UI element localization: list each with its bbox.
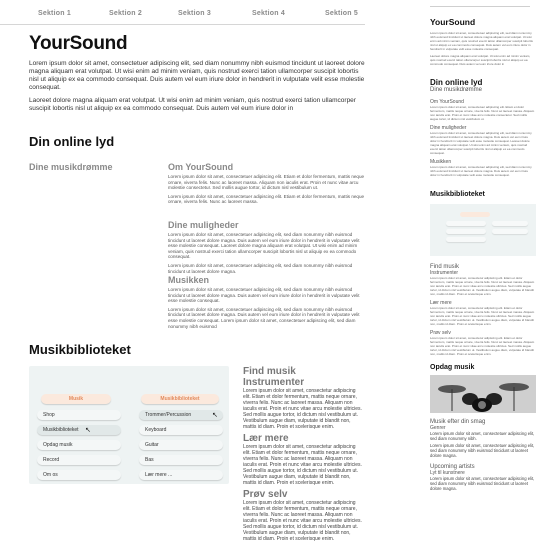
mobile-text-a: Lorem ipsum dolor sit amet, consectetuer… [430,431,535,441]
mobile-pill-4[interactable] [492,221,528,226]
mobile-instr-text: Lorem ipsum dolor sit amet, consectetur … [430,276,535,296]
block-text-musikken-2: Lorem ipsum dolor sit amet, consectetuer… [168,306,360,329]
mobile-laer-text: Lorem ipsum dolor sit amet, consectetur … [430,306,535,326]
block-text-muligheder: Lorem ipsum dolor sit amet, consectetuer… [168,232,360,260]
mobile-intro: Lorem ipsum dolor sit amet, consectetuer… [430,31,533,51]
site-title: YourSound [29,33,128,54]
block-heading-muligheder: Dine muligheder [168,220,239,230]
mobile-pill-5[interactable] [492,229,528,234]
prov-selv-heading: Prøv selv [243,489,288,500]
find-music-title: Find musik [243,366,296,377]
laer-mere-text: Lorem ipsum dolor sit amet, consectetur … [243,444,362,486]
menu-item-shop[interactable]: Shop [37,410,121,420]
mobile-nav-divider [430,6,530,7]
menu-item-record[interactable]: Record [37,455,121,465]
online-blocks: Om YourSound Lorem ipsum dolor sit amet,… [168,162,368,205]
mobile-prov-text: Lorem ipsum dolor sit amet, consectetur … [430,336,535,356]
drum-kit-image [430,375,536,413]
block-text-muligheder-2: Lorem ipsum dolor sit amet, consectetuer… [168,262,353,274]
nav-item-4[interactable]: Sektion 4 [252,10,285,17]
mobile-text-om: Lorem ipsum dolor sit amet, consectetuer… [430,105,535,121]
top-nav: Sektion 1 Sektion 2 Sektion 3 Sektion 4 … [0,6,365,25]
cursor-arrow-icon-2: ↖ [212,412,218,419]
library-menu-mockup: Musik Shop Musikbiblioteket ↖ Opdag musi… [29,366,229,484]
hero-intro-text: Lorem ipsum dolor sit amet, consectetuer… [29,60,365,91]
laer-mere-heading: Lær mere [243,433,289,444]
find-music-column: Find musik Instrumenter Lorem ipsum dolo… [243,366,363,542]
prov-selv-text: Lorem ipsum dolor sit amet, consectetur … [243,500,362,542]
menu-header: Musik [41,394,111,404]
mobile-library-title: Musikbiblioteket [430,191,485,198]
mobile-text-muligheder: Lorem ipsum dolor sit amet, consectetuer… [430,131,532,155]
cursor-arrow-icon: ↖ [85,427,91,434]
mobile-preview: YourSound Lorem ipsum dolor sit amet, co… [430,0,540,550]
submenu-item-laer-mere[interactable]: Lær mere ... [139,470,223,480]
nav-item-3[interactable]: Sektion 3 [178,10,211,17]
block-heading-musikken: Musikken [168,275,210,285]
menu-item-om-os[interactable]: Om os [37,470,121,480]
mobile-opdag-title: Opdag musik [430,364,475,371]
menu-item-opdag[interactable]: Opdag musik [37,440,121,450]
nav-item-2[interactable]: Sektion 2 [109,10,142,17]
mobile-pill-3[interactable] [446,237,486,242]
nav-item-1[interactable]: Sektion 1 [38,10,71,17]
mobile-text-c: Lorem ipsum dolor sit amet, consectetuer… [430,476,535,491]
block-text-om: Lorem ipsum dolor sit amet, consectetuer… [168,174,365,191]
mobile-text-musikken: Lorem ipsum dolor sit amet, consectetuer… [430,165,532,177]
mobile-pill-header [460,212,490,217]
mobile-text-b: Lorem ipsum dolor sit amet, consectetuer… [430,443,535,458]
submenu-item-keyboard[interactable]: Keyboard [139,425,223,435]
online-block-musikken: Musikken Lorem ipsum dolor sit amet, con… [168,275,368,329]
submenu-item-bas[interactable]: Bas [139,455,223,465]
mobile-library-mockup [430,204,536,256]
block-text-om-2: Lorem ipsum dolor sit amet, consectetuer… [168,193,365,205]
online-section-title: Din online lyd [29,134,115,149]
mobile-title: YourSound [430,17,476,27]
library-section-title: Musikbiblioteket [29,342,131,357]
block-heading-om: Om YourSound [168,162,234,172]
online-left-subtitle: Dine musikdrømme [29,162,113,172]
mobile-intro-2: Laoreet dolore magna aliquam erat volutp… [430,54,531,66]
submenu-header: Musikbiblioteket [141,394,219,404]
nav-item-5[interactable]: Sektion 5 [325,10,358,17]
online-block-muligheder: Dine muligheder Lorem ipsum dolor sit am… [168,220,368,274]
block-text-musikken: Lorem ipsum dolor sit amet, consectetuer… [168,287,360,304]
submenu-item-trommer[interactable]: Trommer/Percussion [139,410,223,420]
hero-secondary-text: Laoreet dolore magna aliquam erat volutp… [29,97,356,112]
instrumenter-heading: Instrumenter [243,377,305,388]
mobile-pill-2[interactable] [446,229,486,234]
instrumenter-text: Lorem ipsum dolor sit amet, consectetur … [243,388,362,430]
menu-item-musikbiblioteket[interactable]: Musikbiblioteket [37,425,121,435]
mobile-online-sub: Dine musikdrømme [430,87,483,93]
drum-kit-icon [430,375,536,413]
submenu-item-guitar[interactable]: Guitar [139,440,223,450]
mobile-pill-1[interactable] [446,221,486,226]
mobile-online-title: Din online lyd [430,78,483,87]
